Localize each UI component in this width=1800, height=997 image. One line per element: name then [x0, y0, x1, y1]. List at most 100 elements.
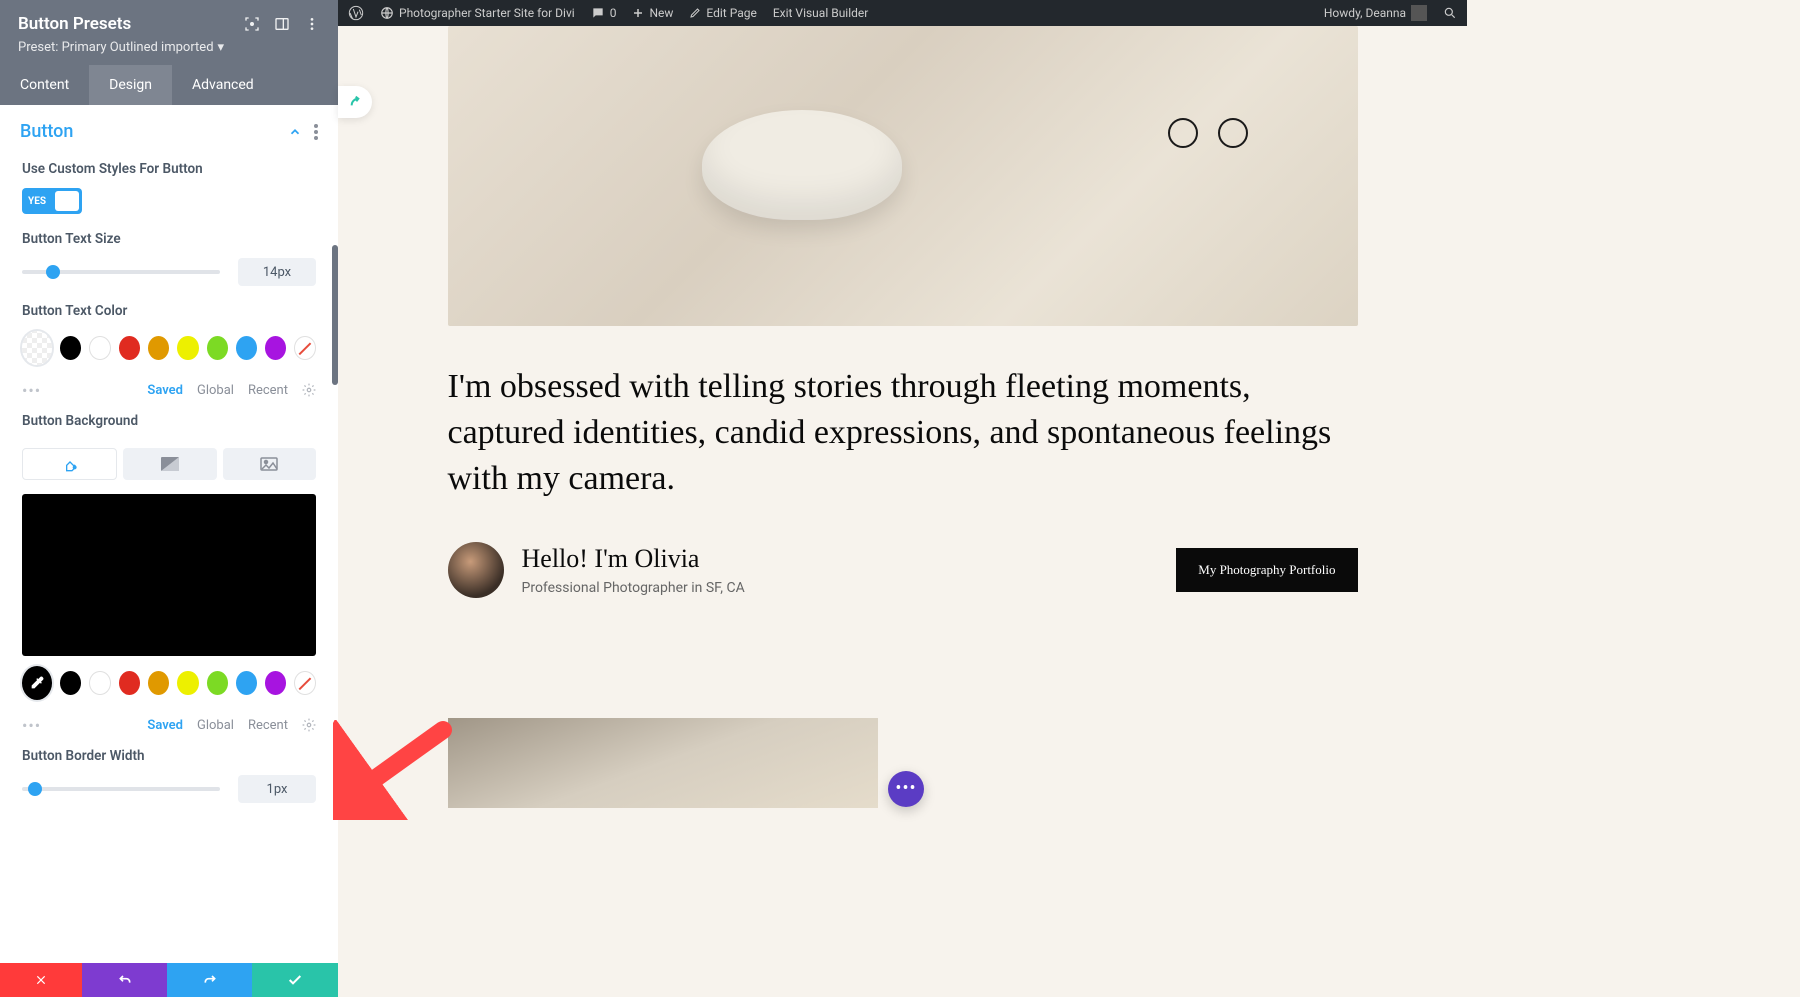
ab-howdy[interactable]: Howdy, Deanna — [1324, 5, 1427, 21]
redo-icon — [202, 972, 218, 988]
section-more-icon[interactable] — [314, 124, 318, 140]
focus-icon[interactable] — [244, 16, 260, 32]
palettetab-global-2[interactable]: Global — [197, 718, 234, 733]
redo-button[interactable] — [167, 963, 252, 997]
settings-tabs: Content Design Advanced — [0, 65, 338, 105]
wp-adminbar: Photographer Starter Site for Divi 0 New… — [338, 0, 1467, 26]
swatch-yellow-2[interactable] — [177, 671, 198, 695]
pencil-icon — [689, 7, 701, 19]
swatch-red[interactable] — [119, 336, 140, 360]
gear-icon[interactable] — [302, 383, 316, 397]
input-border-width[interactable]: 1px — [238, 775, 316, 803]
swatch-blue-2[interactable] — [236, 671, 257, 695]
label-border-width: Button Border Width — [22, 747, 316, 765]
search-icon — [1443, 6, 1457, 20]
close-icon — [34, 973, 48, 987]
module-fab[interactable]: ••• — [888, 771, 924, 807]
bgtab-gradient[interactable] — [123, 448, 216, 480]
swatch-purple[interactable] — [265, 336, 286, 360]
swatch-lime[interactable] — [207, 336, 228, 360]
swatch-current-textcolor[interactable] — [22, 331, 52, 365]
palettetab-recent-2[interactable]: Recent — [248, 718, 288, 733]
ab-search[interactable] — [1443, 6, 1457, 20]
swatch-orange[interactable] — [148, 336, 169, 360]
author-avatar — [448, 542, 504, 598]
author-name[interactable]: Hello! I'm Olivia — [522, 544, 745, 574]
image-icon — [260, 457, 278, 471]
bgtab-color[interactable] — [22, 448, 117, 480]
label-text-size: Button Text Size — [22, 230, 316, 248]
swatch-transparent-2[interactable] — [294, 671, 316, 695]
color-preview[interactable] — [22, 494, 316, 656]
swatch-white-2[interactable] — [89, 671, 111, 695]
undo-icon — [117, 972, 133, 988]
curve-arrow-icon — [347, 94, 363, 110]
slider-text-size[interactable] — [22, 270, 220, 274]
toggle-custom-styles[interactable]: YES — [22, 188, 82, 214]
sidebar-title: Button Presets — [18, 14, 131, 34]
palettetab-saved[interactable]: Saved — [147, 383, 183, 398]
gear-icon-2[interactable] — [302, 718, 316, 732]
plus-icon — [632, 7, 644, 19]
comment-icon — [591, 6, 605, 20]
page-canvas[interactable]: I'm obsessed with telling stories throug… — [338, 26, 1467, 997]
section-button[interactable]: Button — [20, 121, 73, 142]
tab-design[interactable]: Design — [89, 65, 172, 105]
swatch-black[interactable] — [60, 336, 81, 360]
sidebar-header: Button Presets Preset: Primary Outlined … — [0, 0, 338, 65]
expand-panel-toggle[interactable] — [338, 86, 372, 118]
settings-sidebar: Button Presets Preset: Primary Outlined … — [0, 0, 338, 997]
save-button[interactable] — [252, 963, 338, 997]
wp-logo[interactable] — [348, 5, 364, 21]
ab-comments[interactable]: 0 — [591, 6, 617, 20]
hero-image — [448, 26, 1358, 326]
ab-site-name[interactable]: Photographer Starter Site for Divi — [380, 6, 575, 20]
portfolio-button[interactable]: My Photography Portfolio — [1176, 548, 1357, 592]
bgtab-image[interactable] — [223, 448, 316, 480]
secondary-image — [448, 718, 878, 808]
panel-body: Button Use Custom Styles For Button YES … — [0, 105, 338, 963]
chevron-up-icon[interactable] — [288, 125, 302, 139]
cancel-button[interactable] — [0, 963, 82, 997]
palettetab-recent[interactable]: Recent — [248, 383, 288, 398]
main-area: Photographer Starter Site for Divi 0 New… — [338, 0, 1467, 997]
author-subtitle[interactable]: Professional Photographer in SF, CA — [522, 580, 745, 596]
paint-bucket-icon — [62, 456, 78, 472]
more-icon[interactable] — [304, 16, 320, 32]
undo-button[interactable] — [82, 963, 167, 997]
swatch-transparent[interactable] — [294, 336, 316, 360]
chevron-down-icon: ▾ — [218, 40, 225, 55]
input-text-size[interactable]: 14px — [238, 258, 316, 286]
tab-advanced[interactable]: Advanced — [172, 65, 274, 105]
wordpress-icon — [348, 5, 364, 21]
avatar — [1411, 5, 1427, 21]
slider-border-width[interactable] — [22, 787, 220, 791]
ab-new[interactable]: New — [632, 6, 673, 20]
palettetab-global[interactable]: Global — [197, 383, 234, 398]
panel-icon[interactable] — [274, 16, 290, 32]
swatch-blue[interactable] — [236, 336, 257, 360]
bottom-action-bar — [0, 963, 338, 997]
swatch-yellow[interactable] — [177, 336, 198, 360]
ab-exit-vb[interactable]: Exit Visual Builder — [773, 6, 869, 20]
preset-selector[interactable]: Preset: Primary Outlined imported ▾ — [18, 40, 320, 55]
page-headline[interactable]: I'm obsessed with telling stories throug… — [448, 364, 1358, 502]
more-swatches-icon-2[interactable]: ••• — [22, 716, 41, 735]
label-custom-styles: Use Custom Styles For Button — [22, 160, 316, 178]
swatch-purple-2[interactable] — [265, 671, 286, 695]
more-swatches-icon[interactable]: ••• — [22, 381, 41, 400]
gradient-icon — [161, 457, 179, 471]
check-icon — [287, 972, 303, 988]
palettetab-saved-2[interactable]: Saved — [147, 718, 183, 733]
label-bg: Button Background — [22, 412, 316, 430]
swatch-white[interactable] — [89, 336, 111, 360]
globe-icon — [380, 6, 394, 20]
label-text-color: Button Text Color — [22, 302, 316, 320]
ab-edit-page[interactable]: Edit Page — [689, 6, 756, 20]
swatch-lime-2[interactable] — [207, 671, 228, 695]
swatch-black-2[interactable] — [60, 671, 81, 695]
swatch-orange-2[interactable] — [148, 671, 169, 695]
swatch-red-2[interactable] — [119, 671, 140, 695]
tab-content[interactable]: Content — [0, 65, 89, 105]
eyedropper-button[interactable] — [22, 666, 52, 700]
